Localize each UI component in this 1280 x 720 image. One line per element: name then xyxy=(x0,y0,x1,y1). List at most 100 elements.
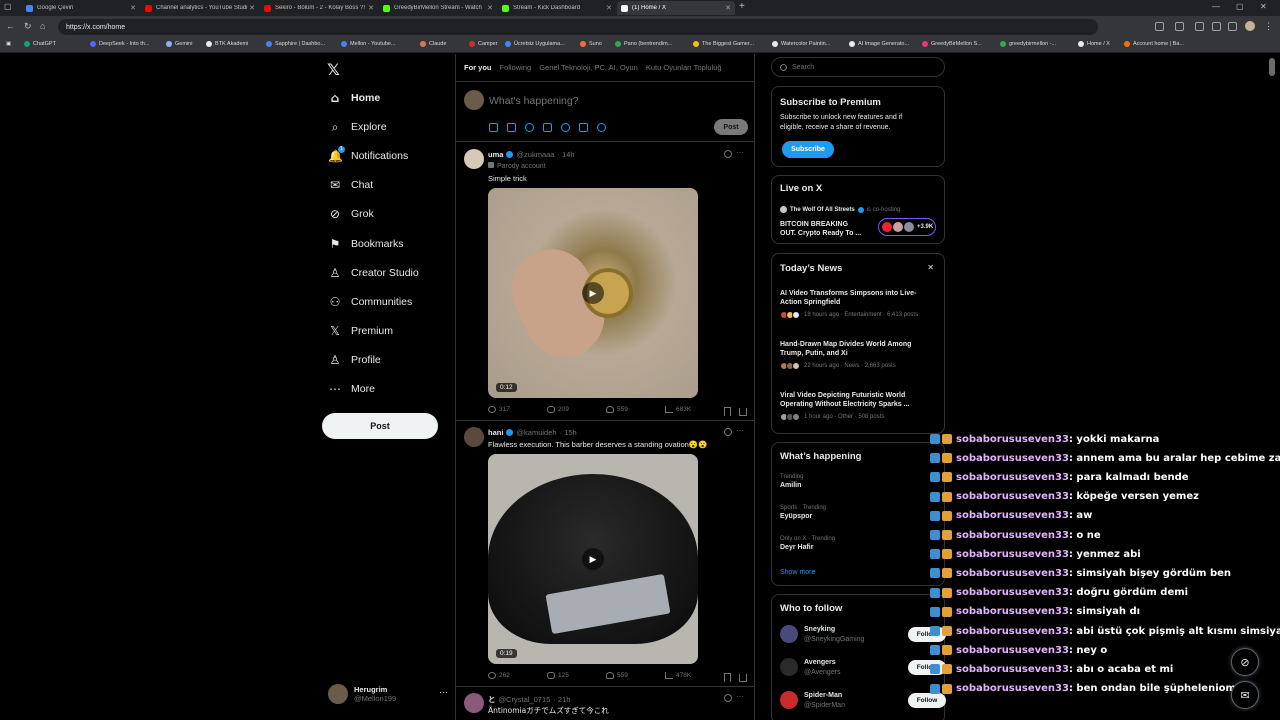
tab-following[interactable]: Following xyxy=(500,63,532,72)
avatar[interactable] xyxy=(780,625,798,643)
repost-button[interactable]: 209 xyxy=(547,406,606,413)
subscribe-button[interactable]: Subscribe xyxy=(782,141,834,158)
mail-icon[interactable]: ✉ xyxy=(1231,681,1259,709)
location-icon[interactable] xyxy=(597,123,606,132)
bookmark-item[interactable]: Suno xyxy=(580,41,602,47)
tweet-author-handle[interactable]: @Crystal_0715 xyxy=(499,695,551,704)
trend-item[interactable]: Only on X · Trending Deyr Hafir xyxy=(780,536,835,551)
sidebar-item-creator-studio[interactable]: ♙ Creator Studio xyxy=(328,263,419,283)
compose-input[interactable]: What's happening? xyxy=(489,95,579,107)
image-icon[interactable] xyxy=(489,123,498,132)
extension-icon[interactable] xyxy=(1155,22,1164,31)
bookmark-item[interactable]: greedybirmellon -... xyxy=(1000,41,1056,47)
tab-close-icon[interactable]: ✕ xyxy=(606,4,612,12)
bookmark-item[interactable]: Sapphire | Dashbo... xyxy=(266,41,325,47)
post-button[interactable]: Post xyxy=(322,413,438,439)
bookmark-item[interactable]: BTK Akademi xyxy=(206,41,248,47)
bookmark-item[interactable]: Camper xyxy=(469,41,498,47)
tweet[interactable]: uma @zukmaaa · 14h ··· Parody account Si… xyxy=(456,143,754,421)
sidebar-item-premium[interactable]: 𝕏 Premium xyxy=(328,321,393,341)
show-more-link[interactable]: Show more xyxy=(780,569,815,576)
tab-community[interactable]: Genel Teknoloji, PC, AI, Oyun xyxy=(539,63,638,72)
follow-suggestion[interactable]: Avengers @Avengers Follow xyxy=(780,658,946,680)
more-icon[interactable]: ··· xyxy=(736,692,744,701)
bookmark-item[interactable]: Account home | Ba... xyxy=(1124,41,1184,47)
bookmark-item[interactable]: Pano (bentrendim... xyxy=(615,41,672,47)
profile-avatar-icon[interactable] xyxy=(1245,21,1255,31)
sidebar-item-explore[interactable]: ⌕ Explore xyxy=(328,117,387,137)
sidebar-item-communities[interactable]: ⚇ Communities xyxy=(328,292,413,312)
share-icon[interactable] xyxy=(739,408,747,416)
sidebar-item-profile[interactable]: ♙ Profile xyxy=(328,350,381,370)
emoji-icon[interactable] xyxy=(561,123,570,132)
poll-icon[interactable] xyxy=(543,123,552,132)
bookmark-item[interactable]: AI Image Generato... xyxy=(849,41,909,47)
maximize-icon[interactable]: ▢ xyxy=(1236,2,1244,11)
tweet-time[interactable]: · 21h xyxy=(553,695,570,704)
like-button[interactable]: 559 xyxy=(606,406,665,413)
tab-close-icon[interactable]: ✕ xyxy=(368,4,374,12)
tweet-author-handle[interactable]: @zukmaaa xyxy=(516,150,554,159)
tweet-video[interactable]: ▶ 0:12 xyxy=(488,188,698,398)
news-item[interactable]: Viral Video Depicting Futuristic World Op… xyxy=(780,391,930,421)
news-item[interactable]: Hand-Drawn Map Divides World Among Trump,… xyxy=(780,340,930,370)
tab-close-icon[interactable]: ✕ xyxy=(487,4,493,12)
like-button[interactable]: 559 xyxy=(606,672,665,679)
tab-search-icon[interactable]: ▢ xyxy=(4,2,12,11)
new-tab-icon[interactable]: + xyxy=(739,1,745,12)
menu-icon[interactable]: ⋮ xyxy=(1264,21,1273,32)
sidebar-item-more[interactable]: ⋯ More xyxy=(328,379,375,399)
extension-icon[interactable] xyxy=(1228,22,1237,31)
scrollbar[interactable] xyxy=(1268,54,1276,720)
minimize-icon[interactable]: — xyxy=(1212,2,1220,11)
trend-item[interactable]: Sports · Trending Eyüpspor xyxy=(780,505,826,520)
tweet-author-name[interactable]: uma xyxy=(488,150,503,159)
browser-tab[interactable]: Channel analytics - YouTube Studi ✕ xyxy=(141,1,259,15)
browser-tab-active[interactable]: (1) Home / X ✕ xyxy=(617,1,735,15)
account-switcher[interactable]: Herugrim @Mellon199 ··· xyxy=(328,683,448,705)
play-icon[interactable]: ▶ xyxy=(582,282,604,304)
tab-community[interactable]: Kutu Oyunları Topluluğ xyxy=(646,63,722,72)
bookmark-item[interactable]: The Biggest Gamer... xyxy=(693,41,754,47)
x-logo-icon[interactable]: 𝕏 xyxy=(327,60,340,79)
bookmark-item[interactable]: Mellon - Youtube... xyxy=(341,41,396,47)
extension-icon[interactable] xyxy=(1195,22,1204,31)
more-icon[interactable]: ··· xyxy=(439,687,448,697)
grok-icon[interactable] xyxy=(724,694,732,702)
tab-for-you[interactable]: For you xyxy=(464,63,492,72)
suggestion-name[interactable]: Avengers xyxy=(804,659,836,666)
grok-icon[interactable] xyxy=(724,150,732,158)
bookmark-item[interactable]: ChatGPT xyxy=(24,41,56,47)
extension-icon[interactable] xyxy=(1175,22,1184,31)
schedule-icon[interactable] xyxy=(579,123,588,132)
scrollbar-thumb[interactable] xyxy=(1269,58,1275,76)
close-icon[interactable]: ✕ xyxy=(927,263,934,272)
bookmark-item[interactable]: DeepSeek - Into th... xyxy=(90,41,149,47)
gif-icon[interactable] xyxy=(507,123,516,132)
compose-post-button[interactable]: Post xyxy=(714,119,748,135)
tweet[interactable]: と @Crystal_0715 · 21h ··· Äntinomiaガチでムズ… xyxy=(456,687,754,720)
sidebar-item-home[interactable]: ⌂ Home xyxy=(328,88,380,108)
grok-icon[interactable] xyxy=(525,123,534,132)
avatar[interactable] xyxy=(780,691,798,709)
tweet-author-name[interactable]: hani xyxy=(488,428,503,437)
tweet-video[interactable]: ▶ 0:19 xyxy=(488,454,698,664)
suggestion-name[interactable]: Sneyking xyxy=(804,626,835,633)
news-item[interactable]: AI Video Transforms Simpsons into Live- A… xyxy=(780,289,930,319)
browser-tab[interactable]: Stream - Kick Dashboard ✕ xyxy=(498,1,616,15)
bookmark-icon[interactable] xyxy=(724,407,731,416)
reload-icon[interactable]: ↻ xyxy=(24,21,32,32)
avatar[interactable] xyxy=(780,658,798,676)
apps-icon[interactable]: ▣ xyxy=(6,41,11,47)
tweet-time[interactable]: · 15h xyxy=(560,428,577,437)
tab-close-icon[interactable]: ✕ xyxy=(249,4,255,12)
avatar[interactable] xyxy=(464,149,484,169)
tab-close-icon[interactable]: ✕ xyxy=(725,4,731,12)
views-button[interactable]: 478K xyxy=(665,672,724,679)
repost-button[interactable]: 125 xyxy=(547,672,606,679)
bookmark-item[interactable]: Watercolor Paintin... xyxy=(772,41,830,47)
tweet-author-name[interactable]: と xyxy=(488,694,496,705)
bookmark-item[interactable]: Gemini xyxy=(166,41,192,47)
back-icon[interactable]: ← xyxy=(6,21,15,31)
tweet-author-handle[interactable]: @kamuideh xyxy=(516,428,556,437)
